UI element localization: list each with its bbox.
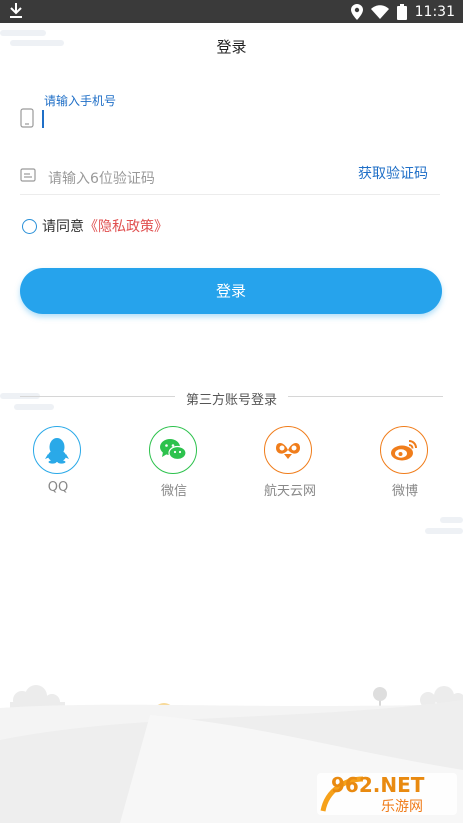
battery-icon bbox=[396, 4, 407, 20]
watermark-brand: 962.NET bbox=[331, 773, 425, 797]
casic-cloud-icon bbox=[276, 442, 300, 459]
verification-code-input[interactable]: 请输入6位验证码 bbox=[48, 168, 155, 188]
phone-field-label: 请输入手机号 bbox=[44, 94, 117, 108]
site-watermark: 962.NET 乐游网 bbox=[317, 771, 457, 817]
phone-icon bbox=[20, 108, 34, 128]
verification-code-field[interactable]: 请输入6位验证码 获取验证码 bbox=[20, 160, 440, 195]
phone-input[interactable] bbox=[42, 108, 426, 134]
phone-field[interactable]: 请输入手机号 bbox=[20, 90, 440, 140]
download-icon bbox=[10, 3, 22, 18]
page-title: 登录 bbox=[216, 38, 247, 56]
weibo-label: 微博 bbox=[391, 484, 418, 499]
status-bar: 11:31 bbox=[0, 0, 463, 23]
casic-cloud-login[interactable]: 航天云网 bbox=[264, 426, 317, 499]
qq-icon bbox=[45, 438, 69, 464]
decor-cloud bbox=[425, 528, 463, 534]
third-party-title: 第三方账号登录 bbox=[185, 393, 277, 408]
status-time: 11:31 bbox=[414, 4, 455, 20]
watermark-sub: 乐游网 bbox=[381, 799, 423, 815]
location-icon bbox=[350, 4, 363, 20]
agree-radio[interactable] bbox=[22, 218, 37, 234]
qq-login[interactable]: QQ bbox=[33, 426, 83, 495]
qq-label: QQ bbox=[47, 480, 69, 495]
weibo-icon bbox=[391, 440, 417, 461]
decor-cloud bbox=[440, 517, 463, 523]
verification-code-icon bbox=[20, 168, 36, 182]
login-button[interactable]: 登录 bbox=[20, 268, 442, 314]
wifi-icon bbox=[370, 5, 389, 19]
wechat-icon bbox=[160, 439, 187, 461]
get-code-button[interactable]: 获取验证码 bbox=[358, 163, 428, 183]
text-cursor bbox=[42, 110, 44, 128]
agree-text: 请同意 bbox=[42, 219, 84, 235]
wechat-login[interactable]: 微信 bbox=[149, 426, 199, 499]
weibo-login[interactable]: 微博 bbox=[380, 426, 430, 499]
privacy-agreement: 请同意 《隐私政策》 bbox=[22, 216, 168, 236]
privacy-policy-link[interactable]: 《隐私政策》 bbox=[84, 216, 168, 236]
casic-cloud-label: 航天云网 bbox=[264, 484, 317, 499]
wechat-label: 微信 bbox=[160, 484, 187, 499]
